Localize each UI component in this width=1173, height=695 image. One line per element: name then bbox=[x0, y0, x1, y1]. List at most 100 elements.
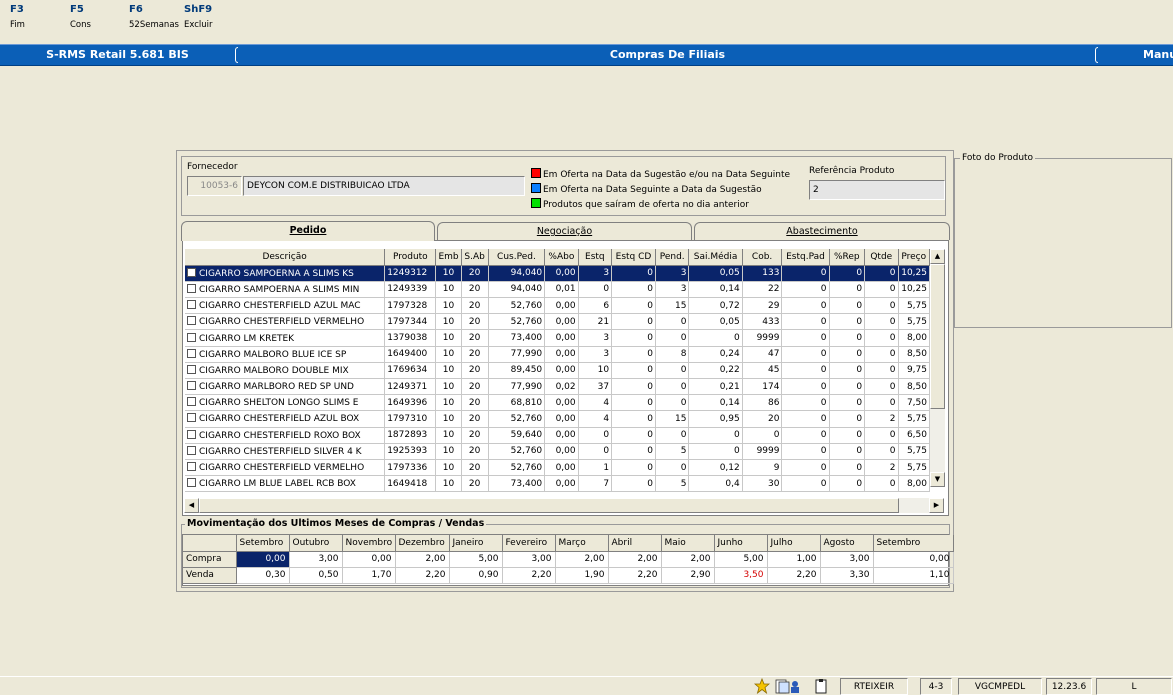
table-row[interactable]: CIGARRO MALBORO DOUBLE MIX 1769634 10 20 89,… bbox=[185, 362, 931, 380]
grid-cell[interactable]: 0 bbox=[864, 281, 899, 299]
grid-cell[interactable]: 0 bbox=[611, 281, 656, 299]
grid-cell[interactable]: 21 bbox=[578, 313, 613, 331]
scroll-thumb[interactable] bbox=[199, 498, 899, 513]
grid-cell[interactable]: 7,50 bbox=[898, 394, 931, 412]
grid-cell[interactable]: 0 bbox=[655, 329, 690, 347]
movimentacao-cell[interactable]: 0,00 bbox=[236, 551, 290, 568]
grid-cell[interactable]: 0,95 bbox=[688, 410, 743, 428]
grid-cell[interactable]: 9,75 bbox=[898, 362, 931, 380]
grid-cell[interactable]: 0 bbox=[829, 394, 866, 412]
grid-cell[interactable]: 37 bbox=[578, 378, 613, 396]
grid-cell[interactable]: 52,760 bbox=[488, 297, 546, 315]
grid-cell[interactable]: 0 bbox=[864, 362, 899, 380]
grid-cell[interactable]: 8 bbox=[655, 346, 690, 363]
grid-cell[interactable]: 0,00 bbox=[544, 475, 579, 493]
grid-cell[interactable]: 0,02 bbox=[544, 378, 579, 396]
grid-cell[interactable]: 9 bbox=[742, 459, 783, 477]
grid-cell[interactable]: 0,22 bbox=[688, 362, 743, 380]
grid-cell[interactable]: 0,00 bbox=[544, 297, 579, 315]
product-description-cell[interactable]: CIGARRO MALBORO BLUE ICE SP bbox=[185, 346, 386, 363]
grid-cell[interactable]: 0,01 bbox=[544, 281, 579, 299]
grid-column-header[interactable]: Pend. bbox=[655, 249, 690, 266]
grid-cell[interactable]: 0 bbox=[578, 427, 613, 444]
grid-cell[interactable]: 10,25 bbox=[898, 281, 931, 299]
grid-cell[interactable]: 0 bbox=[611, 475, 656, 493]
movimentacao-cell[interactable]: 3,00 bbox=[289, 551, 343, 568]
grid-cell[interactable]: 20 bbox=[461, 459, 489, 477]
grid-cell[interactable]: 133 bbox=[742, 265, 783, 282]
menu-title[interactable]: Manu bbox=[1100, 45, 1173, 65]
grid-cell[interactable]: 10 bbox=[435, 475, 462, 493]
grid-column-header[interactable]: Descrição bbox=[185, 249, 386, 266]
movimentacao-cell[interactable]: 1,00 bbox=[767, 551, 821, 568]
row-checkbox[interactable] bbox=[187, 445, 196, 455]
grid-cell[interactable]: 0 bbox=[781, 427, 830, 444]
grid-cell[interactable]: 20 bbox=[461, 410, 489, 428]
referencia-field[interactable]: 2 bbox=[809, 180, 945, 200]
movimentacao-cell[interactable]: 1,70 bbox=[342, 567, 396, 584]
tab-negociacao[interactable]: Negociação bbox=[437, 222, 692, 240]
grid-cell[interactable]: 0 bbox=[655, 394, 690, 412]
row-checkbox[interactable] bbox=[187, 283, 196, 293]
grid-cell[interactable]: 5,75 bbox=[898, 297, 931, 315]
grid-cell[interactable]: 174 bbox=[742, 378, 783, 396]
grid-cell[interactable]: 10 bbox=[435, 378, 462, 396]
product-description-cell[interactable]: CIGARRO CHESTERFIELD AZUL BOX bbox=[185, 410, 386, 428]
grid-cell[interactable]: 30 bbox=[742, 475, 783, 493]
movimentacao-cell[interactable]: 2,20 bbox=[608, 567, 662, 584]
grid-column-header[interactable]: Preço bbox=[898, 249, 931, 266]
table-row[interactable]: CIGARRO LM BLUE LABEL RCB BOX 1649418 10 20… bbox=[185, 475, 931, 493]
fornecedor-name-field[interactable]: DEYCON COM.E DISTRIBUICAO LTDA bbox=[243, 176, 525, 196]
movimentacao-cell[interactable]: 2,00 bbox=[555, 551, 609, 568]
grid-cell[interactable]: 0 bbox=[829, 378, 866, 396]
row-checkbox[interactable] bbox=[187, 462, 196, 472]
star-icon[interactable] bbox=[752, 677, 772, 695]
grid-cell[interactable]: 0 bbox=[781, 346, 830, 363]
grid-cell[interactable]: 7 bbox=[578, 475, 613, 493]
grid-cell[interactable]: 433 bbox=[742, 313, 783, 331]
grid-cell[interactable]: 0 bbox=[611, 329, 656, 347]
movimentacao-cell[interactable]: 2,00 bbox=[395, 551, 450, 568]
movimentacao-cell[interactable]: 0,30 bbox=[236, 567, 290, 584]
grid-cell[interactable]: 73,400 bbox=[488, 329, 546, 347]
grid-column-header[interactable]: Cob. bbox=[742, 249, 783, 266]
grid-cell[interactable]: 0 bbox=[781, 329, 830, 347]
grid-cell[interactable]: 15 bbox=[655, 410, 690, 428]
grid-cell[interactable]: 0 bbox=[781, 313, 830, 331]
movimentacao-cell[interactable]: 5,00 bbox=[714, 551, 768, 568]
row-checkbox[interactable] bbox=[187, 267, 196, 277]
clipboard-icon[interactable] bbox=[810, 678, 832, 695]
product-description-cell[interactable]: CIGARRO SHELTON LONGO SLIMS E bbox=[185, 394, 386, 412]
grid-cell[interactable]: 0 bbox=[611, 378, 656, 396]
product-description-cell[interactable]: CIGARRO SAMPOERNA A SLIMS KS bbox=[185, 265, 386, 282]
user-docs-icon[interactable] bbox=[772, 678, 804, 695]
grid-cell[interactable]: 77,990 bbox=[488, 378, 546, 396]
grid-cell[interactable]: 8,50 bbox=[898, 346, 931, 363]
product-description-cell[interactable]: CIGARRO SAMPOERNA A SLIMS MIN bbox=[185, 281, 386, 299]
grid-cell[interactable]: 0,00 bbox=[544, 346, 579, 363]
grid-cell[interactable]: 0 bbox=[688, 329, 743, 347]
grid-cell[interactable]: 0 bbox=[781, 281, 830, 299]
grid-cell[interactable]: 20 bbox=[461, 313, 489, 331]
row-checkbox[interactable] bbox=[187, 429, 196, 439]
grid-cell[interactable]: 47 bbox=[742, 346, 783, 363]
movimentacao-cell[interactable]: 5,00 bbox=[449, 551, 503, 568]
grid-cell[interactable]: 10 bbox=[435, 297, 462, 315]
grid-cell[interactable]: 0,00 bbox=[544, 410, 579, 428]
grid-cell[interactable]: 0 bbox=[655, 427, 690, 444]
product-description-cell[interactable]: CIGARRO CHESTERFIELD VERMELHO bbox=[185, 313, 386, 331]
grid-cell[interactable]: 0 bbox=[864, 443, 899, 460]
row-checkbox[interactable] bbox=[187, 332, 196, 342]
grid-column-header[interactable]: Estq CD bbox=[611, 249, 656, 266]
grid-cell[interactable]: 45 bbox=[742, 362, 783, 380]
product-description-cell[interactable]: CIGARRO CHESTERFIELD SILVER 4 K bbox=[185, 443, 386, 460]
grid-cell[interactable]: 0 bbox=[829, 362, 866, 380]
grid-cell[interactable]: 1649400 bbox=[384, 346, 437, 363]
grid-cell[interactable]: 10 bbox=[435, 362, 462, 380]
table-row[interactable]: CIGARRO CHESTERFIELD SILVER 4 K 1925393 10… bbox=[185, 443, 931, 460]
grid-cell[interactable]: 0,00 bbox=[544, 427, 579, 444]
grid-cell[interactable]: 0 bbox=[611, 443, 656, 460]
row-checkbox[interactable] bbox=[187, 413, 196, 423]
grid-cell[interactable]: 0 bbox=[781, 410, 830, 428]
grid-cell[interactable]: 0 bbox=[655, 459, 690, 477]
